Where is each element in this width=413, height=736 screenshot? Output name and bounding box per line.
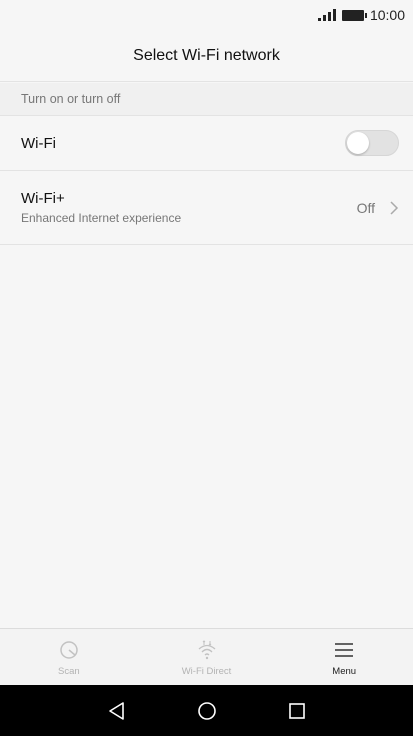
scan-button[interactable]: Scan [0, 629, 138, 685]
wifi-plus-label: Wi-Fi+ [21, 190, 65, 207]
signal-icon [317, 9, 336, 21]
back-button[interactable] [102, 696, 132, 726]
recents-icon [288, 702, 305, 719]
system-nav-bar [0, 685, 413, 736]
wifi-row[interactable]: Wi-Fi [0, 116, 413, 171]
battery-icon [341, 9, 367, 21]
wifi-direct-button[interactable]: Wi-Fi Direct [138, 629, 276, 685]
wifi-plus-value: Off [356, 199, 375, 216]
recents-button[interactable] [282, 696, 312, 726]
wifi-direct-label: Wi-Fi Direct [181, 665, 232, 677]
menu-label: Menu [332, 665, 357, 677]
section-header: Turn on or turn off [0, 83, 413, 116]
wifi-label: Wi-Fi [21, 134, 56, 152]
wifi-plus-row[interactable]: Wi-Fi+ Enhanced Internet experience Off [0, 171, 413, 245]
wifi-direct-icon [198, 639, 215, 659]
toggle-knob [347, 132, 369, 154]
home-icon [197, 701, 216, 720]
page-title: Select Wi-Fi network [133, 46, 280, 64]
wifi-plus-text: Wi-Fi+ Enhanced Internet experience [21, 190, 181, 225]
status-bar: 10:00 [0, 0, 413, 30]
clock: 10:00 [369, 7, 405, 23]
wifi-plus-value-group: Off [357, 200, 399, 216]
scan-label: Scan [58, 665, 80, 677]
chevron-right-icon [390, 200, 399, 215]
home-button[interactable] [192, 696, 222, 726]
wifi-plus-subtitle: Enhanced Internet experience [21, 211, 182, 225]
wifi-toggle[interactable] [345, 130, 399, 156]
scan-icon [60, 640, 78, 659]
menu-button[interactable]: Menu [275, 629, 413, 685]
back-icon [108, 701, 124, 720]
menu-icon [335, 642, 354, 657]
bottom-toolbar: Scan Wi-Fi Direct Menu [0, 628, 413, 685]
section-title: Turn on or turn off [21, 92, 121, 106]
page-title-bar: Select Wi-Fi network [0, 30, 413, 82]
